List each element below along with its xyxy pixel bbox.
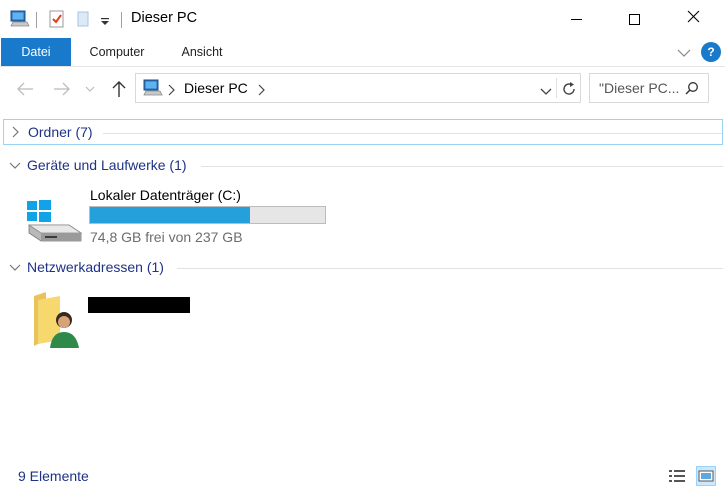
search-icon[interactable]: [685, 81, 699, 95]
maximize-button[interactable]: [605, 0, 663, 38]
refresh-icon[interactable]: [560, 80, 578, 98]
group-divider: [177, 268, 723, 269]
close-button[interactable]: [664, 0, 722, 38]
group-divider: [103, 133, 722, 134]
user-folder-icon: [32, 290, 82, 348]
separator: [121, 12, 122, 28]
search-box[interactable]: "Dieser PC...: [589, 73, 709, 103]
group-title: Ordner (7): [28, 124, 93, 140]
details-view-icon[interactable]: [667, 466, 687, 486]
windows-drive-icon: [25, 199, 83, 243]
large-icons-view-icon[interactable]: [696, 466, 716, 486]
breadcrumb-chevron-icon[interactable]: [167, 83, 175, 96]
ribbon-tabs: Datei Computer Ansicht ?: [0, 38, 725, 67]
tab-computer[interactable]: Computer: [78, 38, 156, 66]
up-arrow-icon[interactable]: [108, 79, 130, 99]
breadcrumb-item[interactable]: Dieser PC: [184, 80, 248, 96]
recent-locations-chevron-icon[interactable]: [83, 79, 97, 99]
address-history-chevron-icon[interactable]: [540, 84, 552, 95]
expand-ribbon-icon[interactable]: [677, 46, 691, 58]
maximize-icon: [628, 13, 640, 25]
drive-usage-fill: [90, 207, 250, 223]
collapse-chevron-icon[interactable]: [9, 260, 21, 274]
computer-icon: [143, 79, 163, 97]
back-arrow-icon[interactable]: [14, 79, 36, 99]
help-button[interactable]: ?: [701, 42, 721, 62]
drive-usage-bar: [89, 206, 326, 224]
breadcrumb-chevron-icon[interactable]: [257, 83, 265, 96]
group-folders[interactable]: Ordner (7): [3, 119, 723, 145]
collapse-chevron-icon[interactable]: [9, 158, 21, 172]
minimize-button[interactable]: [547, 0, 605, 38]
drive-free-space: 74,8 GB frei von 237 GB: [90, 229, 243, 245]
separator: [36, 12, 37, 28]
title-bar: Dieser PC: [0, 0, 725, 38]
properties-checkmark-icon[interactable]: [48, 9, 66, 29]
customize-dropdown-icon[interactable]: [98, 14, 112, 25]
status-item-count: 9 Elemente: [18, 468, 89, 484]
new-folder-icon[interactable]: [75, 10, 91, 28]
window-title: Dieser PC: [131, 10, 198, 26]
drive-name: Lokaler Datenträger (C:): [90, 187, 241, 203]
group-network-locations[interactable]: Netzwerkadressen (1): [3, 255, 723, 281]
search-input[interactable]: "Dieser PC...: [599, 80, 679, 96]
expand-chevron-icon[interactable]: [10, 125, 22, 139]
forward-arrow-icon[interactable]: [51, 79, 73, 99]
tab-datei[interactable]: Datei: [1, 38, 71, 66]
address-divider: [556, 78, 557, 98]
redacted-network-name: [88, 297, 190, 313]
group-divider: [201, 166, 723, 167]
close-icon: [687, 10, 700, 28]
group-title: Geräte und Laufwerke (1): [27, 157, 187, 173]
minimize-icon: [570, 18, 582, 20]
computer-icon[interactable]: [10, 10, 30, 28]
tab-ansicht[interactable]: Ansicht: [168, 38, 236, 66]
address-bar[interactable]: Dieser PC: [135, 73, 581, 103]
group-devices-drives[interactable]: Geräte und Laufwerke (1): [3, 153, 723, 179]
group-title: Netzwerkadressen (1): [27, 259, 164, 275]
